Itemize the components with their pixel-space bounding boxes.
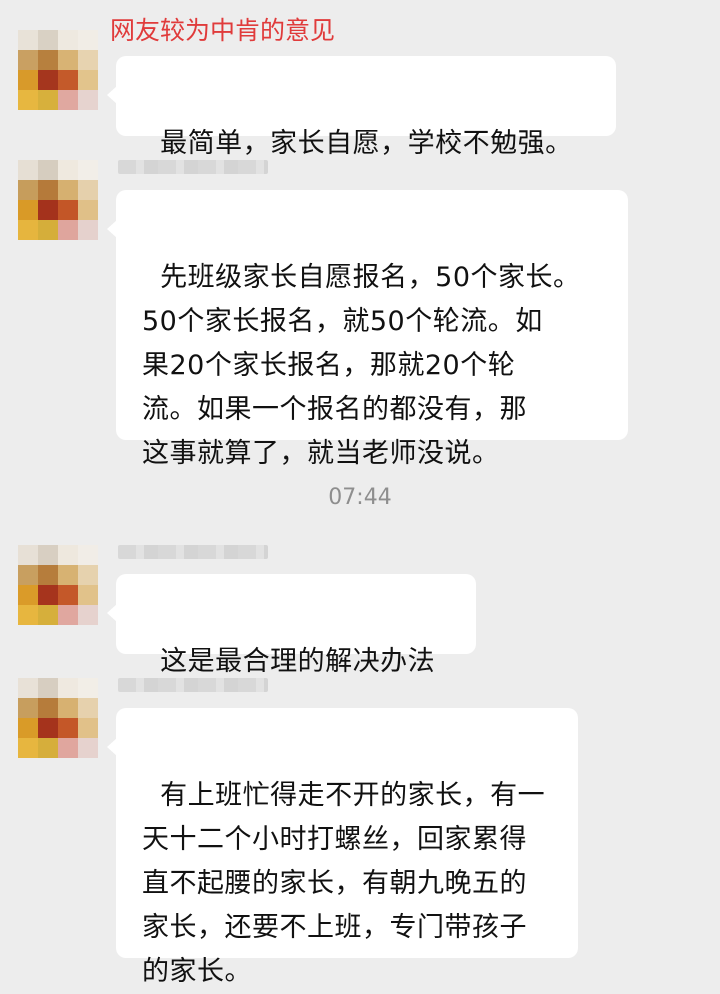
- avatar[interactable]: [18, 160, 98, 240]
- sender-name-blurred: [118, 160, 268, 174]
- message-text: 这是最合理的解决办法: [160, 646, 436, 677]
- sender-name-blurred: [118, 678, 268, 692]
- message-text: 先班级家长自愿报名，50个家长。 50个家长报名，就50个轮流。如 果20个家长…: [142, 262, 581, 469]
- message-bubble[interactable]: 先班级家长自愿报名，50个家长。 50个家长报名，就50个轮流。如 果20个家长…: [107, 190, 628, 469]
- message-text: 最简单，家长自愿，学校不勉强。: [160, 128, 573, 159]
- annotation-caption: 网友较为中肯的意见: [110, 16, 336, 45]
- avatar[interactable]: [18, 545, 98, 625]
- avatar[interactable]: [18, 678, 98, 758]
- sender-name-blurred: [118, 545, 268, 559]
- message-bubble[interactable]: 最简单，家长自愿，学校不勉强。: [107, 56, 616, 159]
- message-bubble[interactable]: 这是最合理的解决办法: [107, 574, 476, 677]
- avatar[interactable]: [18, 30, 98, 110]
- timestamp: 07:44: [328, 485, 392, 510]
- message-bubble[interactable]: 有上班忙得走不开的家长，有一 天十二个小时打螺丝，回家累得 直不起腰的家长，有朝…: [107, 708, 578, 987]
- message-text: 有上班忙得走不开的家长，有一 天十二个小时打螺丝，回家累得 直不起腰的家长，有朝…: [142, 780, 546, 987]
